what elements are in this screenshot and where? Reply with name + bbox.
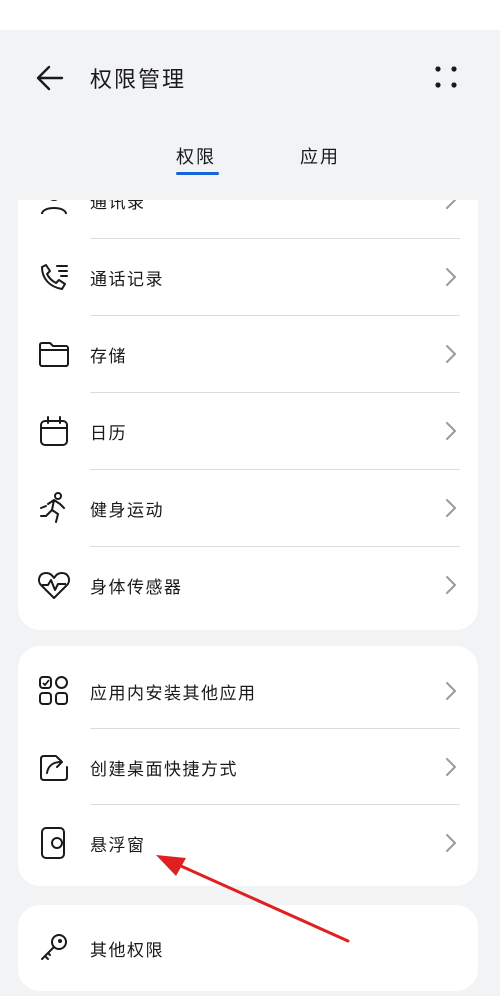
- page-title: 权限管理: [90, 68, 187, 93]
- list-item-calendar[interactable]: 日历: [18, 393, 478, 469]
- list-item-storage[interactable]: 存储: [18, 316, 478, 392]
- chevron-right-icon: [444, 343, 458, 365]
- calendar-icon: [36, 413, 72, 449]
- list-item-call-log[interactable]: 通话记录: [18, 239, 478, 315]
- list-item-fitness[interactable]: 健身运动: [18, 470, 478, 546]
- apps-grid-icon: [36, 673, 72, 709]
- app-header: [0, 30, 500, 205]
- tab-apps[interactable]: 应用: [300, 143, 340, 169]
- chevron-right-icon: [444, 497, 458, 519]
- list-item-contacts[interactable]: 通讯录: [18, 200, 478, 238]
- chevron-right-icon: [444, 832, 458, 854]
- list-item-body-sensors[interactable]: 身体传感器: [18, 547, 478, 623]
- floating-window-icon: [36, 825, 72, 861]
- tab-permissions[interactable]: 权限: [176, 143, 216, 169]
- chevron-right-icon: [444, 420, 458, 442]
- folder-icon: [36, 336, 72, 372]
- back-arrow-icon: [36, 65, 64, 91]
- list-item-label: 其他权限: [90, 941, 164, 961]
- chevron-right-icon: [444, 200, 458, 211]
- list-item-label: 通讯录: [90, 200, 146, 213]
- contacts-icon: [36, 200, 72, 218]
- call-log-icon: [36, 259, 72, 295]
- chevron-right-icon: [444, 680, 458, 702]
- more-dots-icon: [435, 66, 457, 88]
- heart-rate-icon: [36, 567, 72, 603]
- chevron-right-icon: [444, 574, 458, 596]
- active-tab-indicator: [176, 172, 219, 175]
- shortcut-icon: [36, 749, 72, 785]
- back-button[interactable]: [30, 58, 70, 98]
- list-item-other-permissions[interactable]: 其他权限: [18, 910, 478, 986]
- running-icon: [36, 490, 72, 526]
- key-icon: [36, 930, 72, 966]
- list-item-label: 身体传感器: [90, 578, 183, 598]
- permissions-card-special: 应用内安装其他应用 创建桌面快捷方式 悬浮窗: [18, 646, 478, 886]
- permissions-card-main: 通讯录 通话记录 存储 日历 健身运动 身体传感器: [18, 200, 478, 630]
- list-item-label: 存储: [90, 347, 127, 367]
- list-item-install-other-apps[interactable]: 应用内安装其他应用: [18, 653, 478, 729]
- chevron-right-icon: [444, 266, 458, 288]
- permissions-card-other: 其他权限: [18, 905, 478, 991]
- list-item-label: 日历: [90, 424, 127, 444]
- more-options-button[interactable]: [426, 58, 466, 98]
- list-item-floating-window[interactable]: 悬浮窗: [18, 805, 478, 881]
- status-bar-area: [0, 0, 500, 30]
- list-item-label: 健身运动: [90, 501, 164, 521]
- list-item-label: 通话记录: [90, 270, 164, 290]
- list-item-label: 创建桌面快捷方式: [90, 760, 238, 780]
- list-item-create-shortcut[interactable]: 创建桌面快捷方式: [18, 729, 478, 805]
- chevron-right-icon: [444, 756, 458, 778]
- list-item-label: 应用内安装其他应用: [90, 684, 257, 704]
- list-item-label: 悬浮窗: [90, 836, 146, 856]
